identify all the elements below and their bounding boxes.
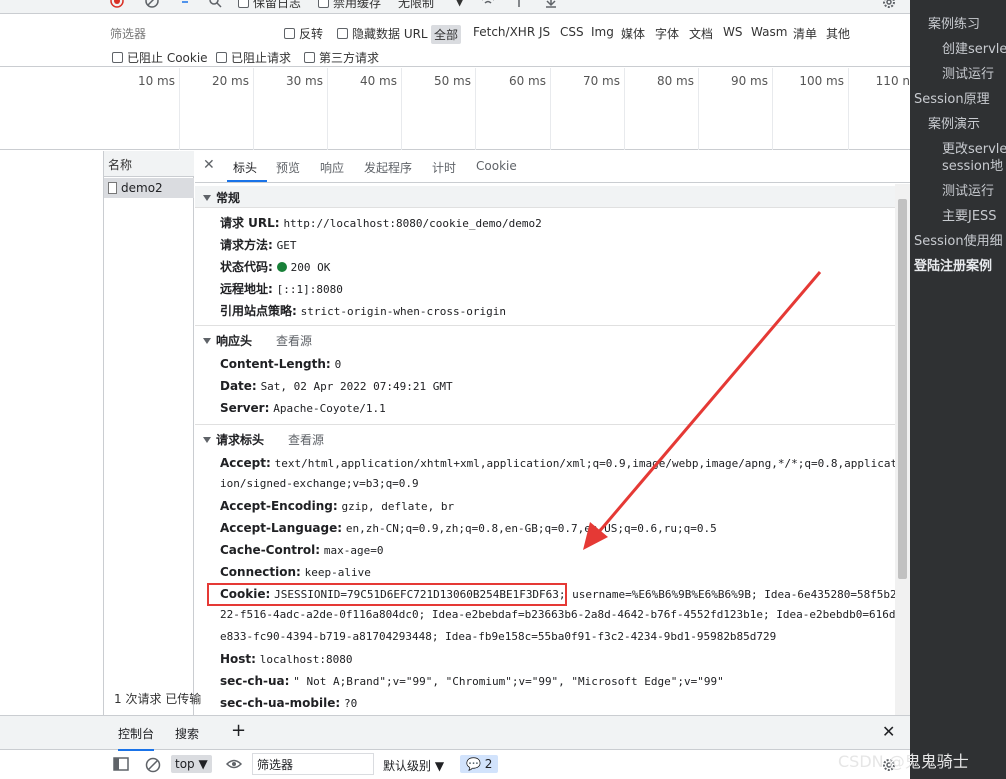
outline-item[interactable]: Session使用细	[914, 230, 1003, 249]
console-toolbar: top ▼ 筛选器 默认级别 ▼ 💬 2	[0, 751, 910, 779]
add-tab-icon[interactable]: +	[231, 720, 246, 741]
outline-item-active[interactable]: 登陆注册案例	[914, 255, 992, 274]
tab-search[interactable]: 搜索	[175, 725, 199, 742]
close-drawer-icon[interactable]: ✕	[882, 722, 895, 741]
console-filter-input[interactable]: 筛选器	[252, 753, 374, 775]
issues-badge[interactable]: 💬 2	[460, 755, 499, 773]
outline-item[interactable]: 主要JESS	[942, 205, 997, 224]
log-level-select[interactable]: 默认级别 ▼	[383, 757, 444, 774]
context-select[interactable]: top ▼	[171, 755, 212, 773]
outline-item[interactable]: 案例演示	[928, 113, 980, 132]
page-outline-sidebar: 案例练习 创建servle 测试运行 Session原理 案例演示 更改serv…	[910, 0, 1006, 779]
annotation-arrow	[583, 271, 822, 550]
outline-item[interactable]: session地	[942, 155, 1003, 174]
outline-item[interactable]: 测试运行	[942, 180, 994, 199]
drawer-tabs: 控制台 搜索 + ✕	[0, 716, 910, 751]
devtools-panel: 保留日志 禁用缓存 无限制 ▼ 筛选器 反转 隐藏数据 URL 全部 Fetch…	[0, 0, 910, 779]
console-drawer: 控制台 搜索 + ✕ top ▼ 筛选器 默认级别 ▼ 💬 2	[0, 715, 910, 779]
outline-item[interactable]: 测试运行	[942, 63, 994, 82]
outline-item[interactable]: Session原理	[914, 88, 990, 107]
csdn-watermark: CSDN @鬼鬼骑士	[838, 752, 969, 771]
outline-item[interactable]: 创建servle	[942, 38, 1006, 57]
outline-item[interactable]: 案例练习	[928, 13, 980, 32]
tab-console[interactable]: 控制台	[118, 725, 155, 751]
eye-icon[interactable]	[225, 757, 243, 774]
sidebar-toggle-icon[interactable]	[113, 757, 129, 774]
clear-console-icon[interactable]	[145, 757, 161, 776]
